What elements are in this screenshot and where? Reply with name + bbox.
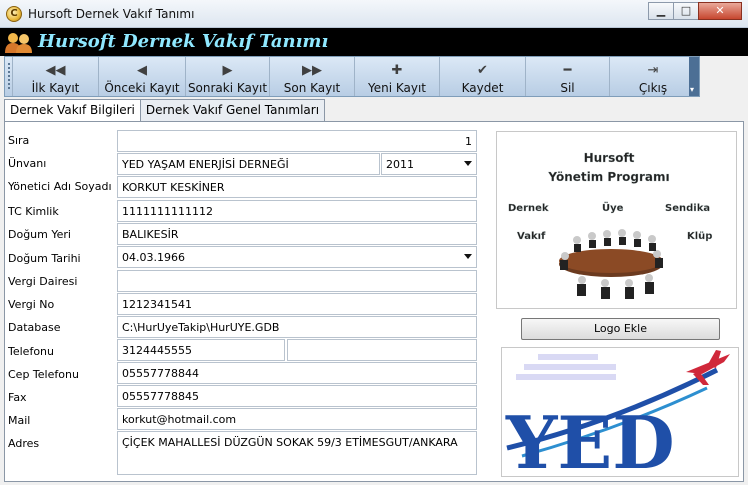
previous-record-label: Önceki Kayıt [104, 81, 180, 95]
save-button[interactable]: ✔ Kaydet [440, 57, 526, 96]
last-record-icon: ▶▶ [302, 63, 322, 78]
fax-label: Fax [8, 391, 27, 404]
dropdown-arrow-icon[interactable] [464, 161, 472, 166]
window-title: Hursoft Dernek Vakıf Tanımı [28, 7, 195, 21]
last-record-button[interactable]: ▶▶ Son Kayıt [270, 57, 355, 96]
yed-logo-graphic: YED [505, 350, 730, 476]
dogum-tarihi-label: Doğum Tarihi [8, 252, 81, 265]
previous-record-icon: ◀ [137, 63, 147, 78]
next-record-button[interactable]: ▶ Sonraki Kayıt [186, 57, 270, 96]
tab-strip: Dernek Vakıf Bilgileri Dernek Vakıf Gene… [4, 99, 326, 122]
tc-kimlik-label: TC Kimlik [8, 205, 59, 218]
logo-word-klup: Klüp [687, 231, 712, 242]
tc-kimlik-field[interactable]: 1111111111112 [117, 200, 477, 222]
dogum-tarihi-picker[interactable]: 04.03.1966 [117, 246, 477, 268]
window-controls: ▁ □ ✕ [648, 2, 742, 20]
maximize-button[interactable]: □ [673, 2, 699, 20]
next-record-label: Sonraki Kayıt [187, 81, 268, 95]
yed-logo-image: YED [501, 347, 739, 477]
exit-button[interactable]: ⇥ Çıkış [610, 57, 696, 96]
vergi-no-field[interactable]: 1212341541 [117, 293, 477, 315]
telefonu-2-field[interactable] [287, 339, 477, 361]
next-record-icon: ▶ [222, 63, 233, 78]
cep-telefonu-field[interactable]: 05557778844 [117, 362, 477, 384]
navigation-toolbar: ◀◀ İlk Kayıt ◀ Önceki Kayıt ▶ Sonraki Ka… [4, 56, 700, 97]
sira-field[interactable]: 1 [117, 130, 477, 152]
banner-title: Hursoft Dernek Vakıf Tanımı [38, 31, 329, 52]
unvani-field[interactable]: YED YAŞAM ENERJİSİ DERNEĞİ [117, 153, 380, 175]
checkmark-icon: ✔ [477, 63, 488, 78]
delete-button[interactable]: ━ Sil [526, 57, 610, 96]
exit-door-icon: ⇥ [647, 63, 659, 78]
plus-icon: ✚ [391, 63, 403, 78]
mail-field[interactable]: korkut@hotmail.com [117, 408, 477, 430]
mail-label: Mail [8, 414, 31, 427]
telefonu-label: Telefonu [8, 345, 54, 358]
dogum-yeri-label: Doğum Yeri [8, 228, 71, 241]
database-field[interactable]: C:\HurUyeTakip\HurUYE.GDB [117, 316, 477, 338]
exit-label: Çıkış [638, 81, 668, 95]
adres-label: Adres [8, 437, 40, 450]
delete-label: Sil [560, 81, 575, 95]
logo-word-uye: Üye [602, 200, 624, 214]
new-record-label: Yeni Kayıt [367, 81, 427, 95]
cep-telefonu-label: Cep Telefonu [8, 368, 79, 381]
unvani-label: Ünvanı [8, 157, 47, 170]
tab-dernek-vakif-bilgileri[interactable]: Dernek Vakıf Bilgileri [4, 99, 141, 122]
logo-title-line2: Yönetim Programı [547, 170, 669, 184]
dogum-tarihi-value: 04.03.1966 [122, 251, 185, 264]
vergi-no-label: Vergi No [8, 298, 55, 311]
logo-word-vakif: Vakıf [517, 231, 546, 242]
toolbar-grip[interactable] [5, 57, 13, 96]
vergi-dairesi-label: Vergi Dairesi [8, 275, 78, 288]
save-label: Kaydet [461, 81, 504, 95]
database-label: Database [8, 321, 61, 334]
minus-icon: ━ [563, 63, 572, 78]
previous-record-button[interactable]: ◀ Önceki Kayıt [99, 57, 186, 96]
fax-field[interactable]: 05557778845 [117, 385, 477, 407]
meeting-table-icon [559, 229, 663, 299]
sira-label: Sıra [8, 134, 30, 147]
yonetici-field[interactable]: KORKUT KESKİNER [117, 176, 477, 198]
new-record-button[interactable]: ✚ Yeni Kayıt [355, 57, 440, 96]
toolbar-overflow-button[interactable]: ▾ [689, 57, 699, 96]
chevron-down-icon: ▾ [690, 85, 695, 94]
adres-field[interactable]: ÇİÇEK MAHALLESİ DÜZGÜN SOKAK 59/3 ETİMES… [117, 431, 477, 475]
logo-title-line1: Hursoft [584, 151, 635, 165]
window-titlebar: C Hursoft Dernek Vakıf Tanımı ▁ □ ✕ [0, 0, 748, 28]
telefonu-field[interactable]: 3124445555 [117, 339, 285, 361]
first-record-label: İlk Kayıt [31, 81, 80, 95]
logo-image: Hursoft Yönetim Programı Dernek Üye Send… [496, 131, 737, 309]
dropdown-arrow-icon[interactable] [464, 254, 472, 259]
last-record-label: Son Kayıt [283, 81, 341, 95]
minimize-button[interactable]: ▁ [648, 2, 674, 20]
yonetici-label: Yönetici Adı Soyadı [8, 180, 112, 193]
year-combo[interactable]: 2011 [381, 153, 477, 175]
logo-word-sendika: Sendika [665, 203, 710, 214]
vergi-dairesi-field[interactable] [117, 270, 477, 292]
tab-dernek-vakif-genel-tanimlari[interactable]: Dernek Vakıf Genel Tanımları [139, 99, 326, 121]
users-icon [5, 33, 32, 53]
dogum-yeri-field[interactable]: BALIKESİR [117, 223, 477, 245]
logo-word-dernek: Dernek [508, 203, 549, 214]
app-icon: C [6, 6, 22, 22]
header-banner: Hursoft Dernek Vakıf Tanımı [0, 28, 748, 56]
meeting-illustration: Hursoft Yönetim Programı Dernek Üye Send… [508, 151, 713, 299]
yed-logo-text: YED [505, 400, 675, 476]
logo-ekle-button[interactable]: Logo Ekle [521, 318, 720, 340]
first-record-icon: ◀◀ [45, 63, 66, 78]
year-value: 2011 [386, 158, 414, 171]
first-record-button[interactable]: ◀◀ İlk Kayıt [13, 57, 99, 96]
close-button[interactable]: ✕ [698, 2, 742, 20]
